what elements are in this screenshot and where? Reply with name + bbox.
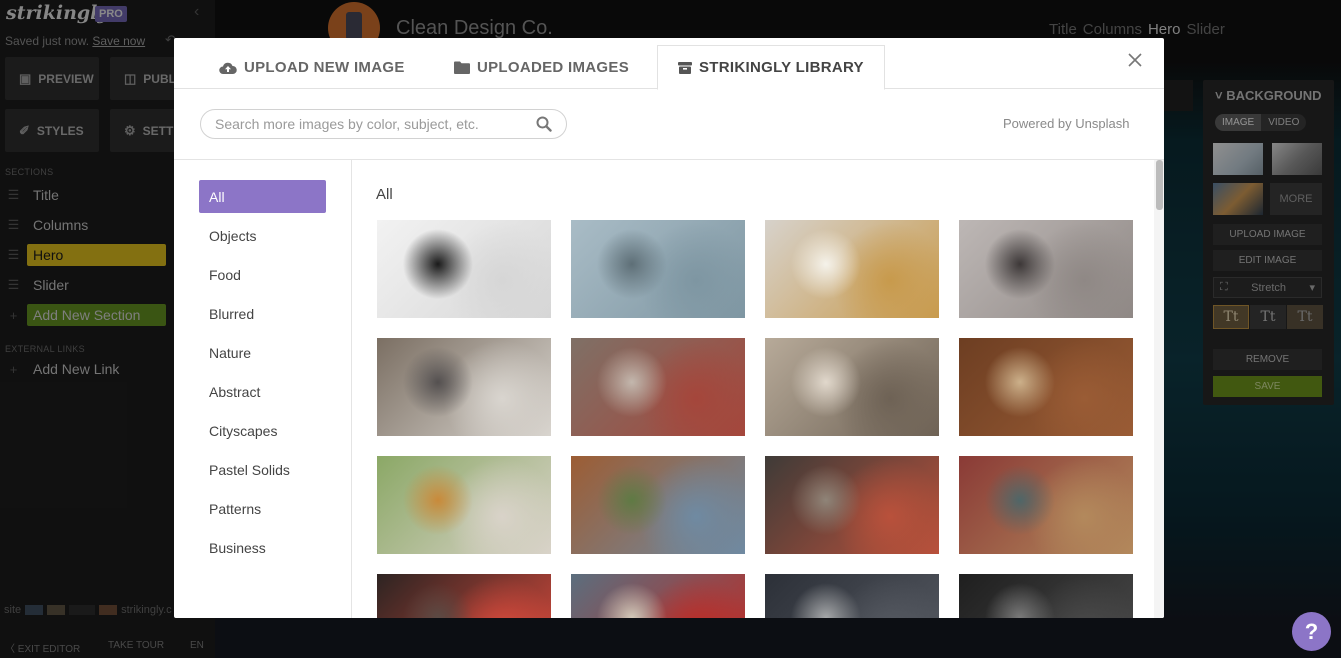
category-blurred[interactable]: Blurred <box>199 297 326 330</box>
library-image-cactus[interactable] <box>377 338 551 436</box>
powered-by-unsplash[interactable]: Powered by Unsplash <box>1003 116 1129 131</box>
modal-tabs: UPLOAD NEW IMAGE UPLOADED IMAGES STRIKIN… <box>174 38 1164 90</box>
category-cityscapes[interactable]: Cityscapes <box>199 414 326 447</box>
library-image-map[interactable] <box>571 220 745 318</box>
tab-label: STRIKINGLY LIBRARY <box>699 59 864 76</box>
tab-label: UPLOADED IMAGES <box>477 59 630 76</box>
library-image-lantern[interactable] <box>377 220 551 318</box>
category-food[interactable]: Food <box>199 258 326 291</box>
divider <box>174 159 1164 160</box>
category-pastel-solids[interactable]: Pastel Solids <box>199 453 326 486</box>
library-image-tools[interactable] <box>959 338 1133 436</box>
library-image-neon-sign[interactable] <box>377 574 551 618</box>
category-patterns[interactable]: Patterns <box>199 492 326 525</box>
search-icon[interactable] <box>536 116 552 132</box>
category-business[interactable]: Business <box>199 531 326 564</box>
close-icon[interactable] <box>1127 52 1143 68</box>
library-image-turntable[interactable] <box>959 220 1133 318</box>
gallery-title: All <box>376 186 393 203</box>
library-image-red-mailbox[interactable] <box>571 574 745 618</box>
library-image-bicycles[interactable] <box>571 338 745 436</box>
library-image-typewriter[interactable] <box>765 574 939 618</box>
tab-label: UPLOAD NEW IMAGE <box>244 59 405 76</box>
library-image-paint-brushes[interactable] <box>765 456 939 554</box>
divider <box>351 160 352 618</box>
scrollbar-thumb[interactable] <box>1156 160 1163 210</box>
library-image-notebook[interactable] <box>377 456 551 554</box>
tab-uploaded-images[interactable]: UPLOADED IMAGES <box>454 45 629 90</box>
category-all[interactable]: All <box>199 180 326 213</box>
help-button[interactable]: ? <box>1292 612 1331 651</box>
tab-upload-new-image[interactable]: UPLOAD NEW IMAGE <box>219 45 405 90</box>
library-image-clock[interactable] <box>765 220 939 318</box>
search-box <box>200 109 567 139</box>
category-abstract[interactable]: Abstract <box>199 375 326 408</box>
category-objects[interactable]: Objects <box>199 219 326 252</box>
tab-strikingly-library[interactable]: STRIKINGLY LIBRARY <box>657 45 885 90</box>
library-image-drafting-tools[interactable] <box>765 338 939 436</box>
library-image-barn-door-bike[interactable] <box>571 456 745 554</box>
gallery-scrollbar[interactable] <box>1154 160 1164 618</box>
cloud-upload-icon <box>219 62 237 74</box>
image-picker-modal: UPLOAD NEW IMAGE UPLOADED IMAGES STRIKIN… <box>174 38 1164 618</box>
category-nature[interactable]: Nature <box>199 336 326 369</box>
library-image-headphones[interactable] <box>959 574 1133 618</box>
search-input[interactable] <box>215 116 525 132</box>
folder-icon <box>454 61 470 74</box>
library-image-retro-radio[interactable] <box>959 456 1133 554</box>
archive-icon <box>678 61 692 74</box>
